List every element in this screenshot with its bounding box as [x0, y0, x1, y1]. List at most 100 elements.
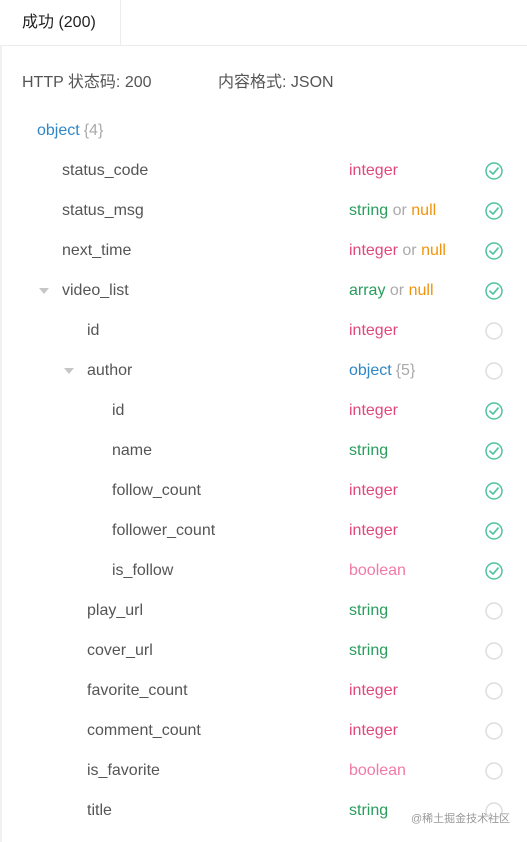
field-type: integer	[349, 711, 398, 751]
schema-field-row[interactable]: author object {5}	[0, 351, 527, 391]
type-integer: integer	[349, 522, 398, 539]
root-field-count: {4}	[83, 122, 104, 139]
schema-field-row[interactable]: status_code integer	[0, 151, 527, 191]
required-check-icon	[485, 442, 503, 460]
required-check-icon	[485, 162, 503, 180]
watermark: @稀土掘金技术社区	[411, 813, 511, 825]
field-name: status_msg	[62, 202, 144, 219]
expand-caret-icon[interactable]	[64, 368, 74, 374]
type-integer: integer	[349, 722, 398, 739]
schema-field-row[interactable]: play_url string	[0, 591, 527, 631]
schema-field-row[interactable]: next_time integer or null	[0, 231, 527, 271]
field-type: string	[349, 591, 388, 631]
field-name: id	[112, 402, 125, 419]
field-type: string	[349, 431, 388, 471]
type-null: null	[421, 242, 446, 259]
required-check-icon	[485, 202, 503, 220]
schema-field-row[interactable]: id integer	[0, 391, 527, 431]
schema-field-row[interactable]: cover_url string	[0, 631, 527, 671]
type-integer: integer	[349, 322, 398, 339]
field-name: follow_count	[112, 482, 201, 499]
expand-caret-icon[interactable]	[39, 288, 49, 294]
field-name: id	[87, 322, 100, 339]
field-name: name	[112, 442, 153, 459]
field-name: comment_count	[87, 722, 201, 739]
schema-field-row[interactable]: is_follow boolean	[0, 551, 527, 591]
optional-circle-icon	[485, 362, 503, 380]
object-field-count: {5}	[395, 362, 416, 379]
type-integer: integer	[349, 162, 398, 179]
type-string: string	[349, 442, 389, 459]
schema-field-row[interactable]: follower_count integer	[0, 511, 527, 551]
field-name: author	[87, 362, 133, 379]
schema-root-row: object {4}	[0, 111, 527, 151]
optional-circle-icon	[485, 682, 503, 700]
schema-field-row[interactable]: comment_count integer	[0, 711, 527, 751]
type-null: null	[411, 202, 437, 219]
type-string: string	[349, 202, 389, 219]
schema-field-row[interactable]: favorite_count integer	[0, 671, 527, 711]
schema-field-row[interactable]: video_list array or null	[0, 271, 527, 311]
field-type: integer	[349, 151, 398, 191]
field-type: integer	[349, 511, 398, 551]
field-type: object {5}	[349, 351, 415, 391]
field-name: is_follow	[112, 562, 174, 579]
type-or-separator: or	[389, 282, 405, 299]
optional-circle-icon	[485, 722, 503, 740]
content-format: 内容格式: JSON	[218, 74, 334, 91]
field-type: boolean	[349, 551, 406, 591]
type-null: null	[408, 282, 434, 299]
type-object: object	[349, 362, 392, 379]
field-name: is_favorite	[87, 762, 160, 779]
type-array: array	[349, 282, 386, 299]
field-type: integer	[349, 471, 398, 511]
optional-circle-icon	[485, 642, 503, 660]
field-name: favorite_count	[87, 682, 188, 699]
type-boolean: boolean	[349, 762, 406, 779]
optional-circle-icon	[485, 322, 503, 340]
schema-field-row[interactable]: follow_count integer	[0, 471, 527, 511]
schema-field-row[interactable]: status_msg string or null	[0, 191, 527, 231]
field-name: play_url	[87, 602, 144, 619]
required-check-icon	[485, 402, 503, 420]
schema-field-row[interactable]: is_favorite boolean	[0, 751, 527, 791]
optional-circle-icon	[485, 762, 503, 780]
field-type: integer	[349, 311, 398, 351]
field-name: video_list	[62, 282, 129, 299]
field-type: integer	[349, 391, 398, 431]
field-type: integer or null	[349, 231, 446, 271]
type-or-separator: or	[392, 202, 407, 219]
type-integer: integer	[349, 242, 398, 259]
tab-success-200[interactable]: 成功 (200)	[0, 0, 121, 45]
type-string: string	[349, 802, 389, 819]
field-type: array or null	[349, 271, 434, 311]
required-check-icon	[485, 562, 503, 580]
field-name: cover_url	[87, 642, 153, 659]
type-boolean: boolean	[349, 562, 406, 579]
field-type: boolean	[349, 751, 406, 791]
schema-field-row[interactable]: id integer	[0, 311, 527, 351]
type-integer: integer	[349, 402, 398, 419]
field-type: string	[349, 791, 388, 831]
schema-field-row[interactable]: name string	[0, 431, 527, 471]
field-type: string	[349, 631, 388, 671]
type-string: string	[349, 642, 389, 659]
required-check-icon	[485, 242, 503, 260]
required-check-icon	[485, 482, 503, 500]
field-type: string or null	[349, 191, 436, 231]
type-string: string	[349, 602, 389, 619]
required-check-icon	[485, 282, 503, 300]
optional-circle-icon	[485, 602, 503, 620]
http-status-code: HTTP 状态码: 200	[22, 74, 152, 91]
field-type: integer	[349, 671, 398, 711]
required-check-icon	[485, 522, 503, 540]
root-type-label[interactable]: object {4}	[37, 111, 103, 151]
response-tabbar: 成功 (200)	[0, 0, 527, 46]
type-integer: integer	[349, 682, 398, 699]
type-or-separator: or	[402, 242, 417, 259]
field-name: status_code	[62, 162, 149, 179]
field-name: title	[87, 802, 112, 819]
field-name: follower_count	[112, 522, 216, 539]
type-integer: integer	[349, 482, 398, 499]
field-name: next_time	[62, 242, 132, 259]
